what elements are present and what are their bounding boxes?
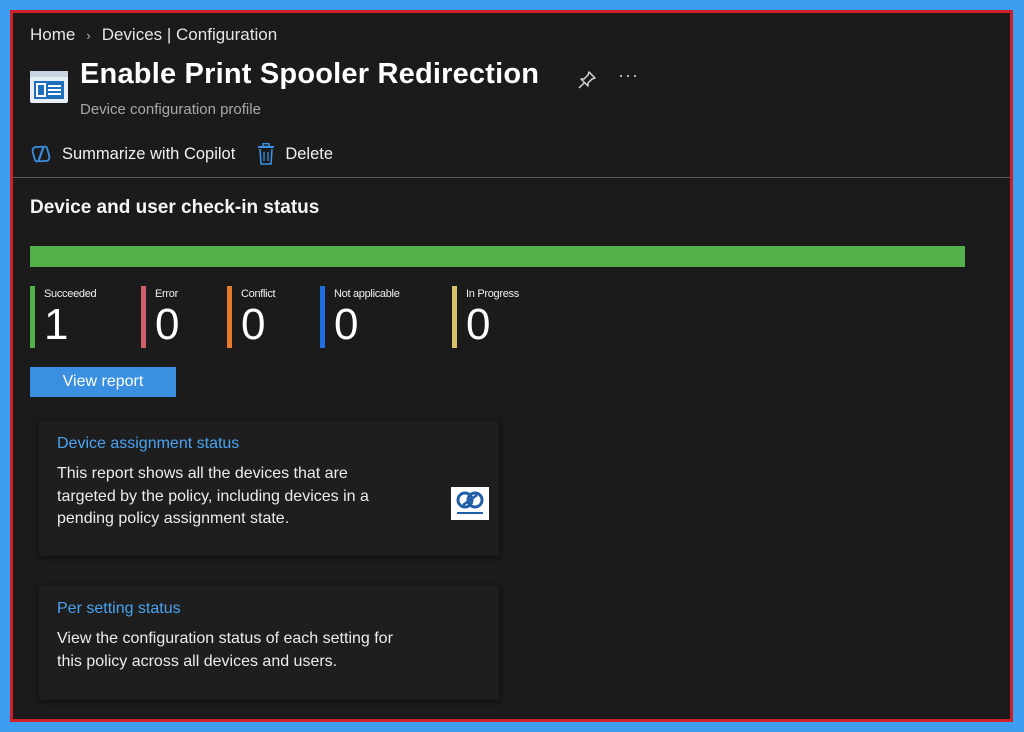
device-assignment-status-card[interactable]: Device assignment status This report sho… [39, 421, 499, 556]
delete-label: Delete [285, 144, 334, 163]
stat-label: Error [155, 288, 178, 300]
summarize-with-copilot-button[interactable]: Summarize with Copilot [30, 144, 235, 164]
stat-label: Conflict [241, 288, 276, 300]
toolbar-divider [13, 177, 1010, 178]
breadcrumb-home[interactable]: Home [30, 25, 75, 45]
pin-icon[interactable] [576, 69, 598, 91]
breadcrumb: Home › Devices | Configuration [30, 25, 277, 45]
device-configuration-icon [30, 71, 68, 103]
stat-value: 0 [334, 300, 359, 349]
breadcrumb-separator: › [86, 27, 91, 43]
per-setting-status-card[interactable]: Per setting status View the configuratio… [39, 586, 499, 700]
stat-label: Succeeded [44, 288, 97, 300]
page-subtitle: Device configuration profile [80, 101, 261, 118]
breadcrumb-devices-configuration[interactable]: Devices | Configuration [102, 25, 277, 45]
card-title[interactable]: Device assignment status [57, 435, 239, 453]
stat-value: 0 [241, 300, 266, 349]
progress-fill-succeeded [30, 246, 965, 267]
stat-label: In Progress [466, 288, 519, 300]
card-description: View the configuration status of each se… [57, 630, 393, 670]
card-description: This report shows all the devices that a… [57, 465, 369, 527]
stat-label: Not applicable [334, 288, 400, 300]
command-bar: Summarize with Copilot Delete [30, 143, 355, 165]
stat-in-progress: In Progress 0 [452, 286, 519, 348]
checkin-status-heading: Device and user check-in status [30, 197, 320, 218]
stat-value: 1 [44, 300, 69, 349]
trash-icon [258, 143, 275, 165]
stat-error: Error 0 [141, 286, 179, 348]
community-logo [451, 487, 489, 520]
stat-not-applicable: Not applicable 0 [320, 286, 400, 348]
copilot-icon [31, 145, 51, 163]
checkin-progress-bar [30, 246, 965, 267]
page-title: Enable Print Spooler Redirection [80, 58, 540, 90]
app-frame: Home › Devices | Configuration Enable Pr… [10, 10, 1013, 722]
stat-value: 0 [466, 300, 491, 349]
summarize-label: Summarize with Copilot [62, 144, 236, 163]
more-options-icon[interactable]: ··· [618, 65, 639, 86]
stat-conflict: Conflict 0 [227, 286, 276, 349]
stat-value: 0 [155, 300, 180, 349]
delete-button[interactable]: Delete [257, 143, 333, 165]
card-title[interactable]: Per setting status [57, 600, 181, 618]
stat-succeeded: Succeeded 1 [30, 286, 97, 349]
view-report-button[interactable]: View report [30, 367, 176, 397]
